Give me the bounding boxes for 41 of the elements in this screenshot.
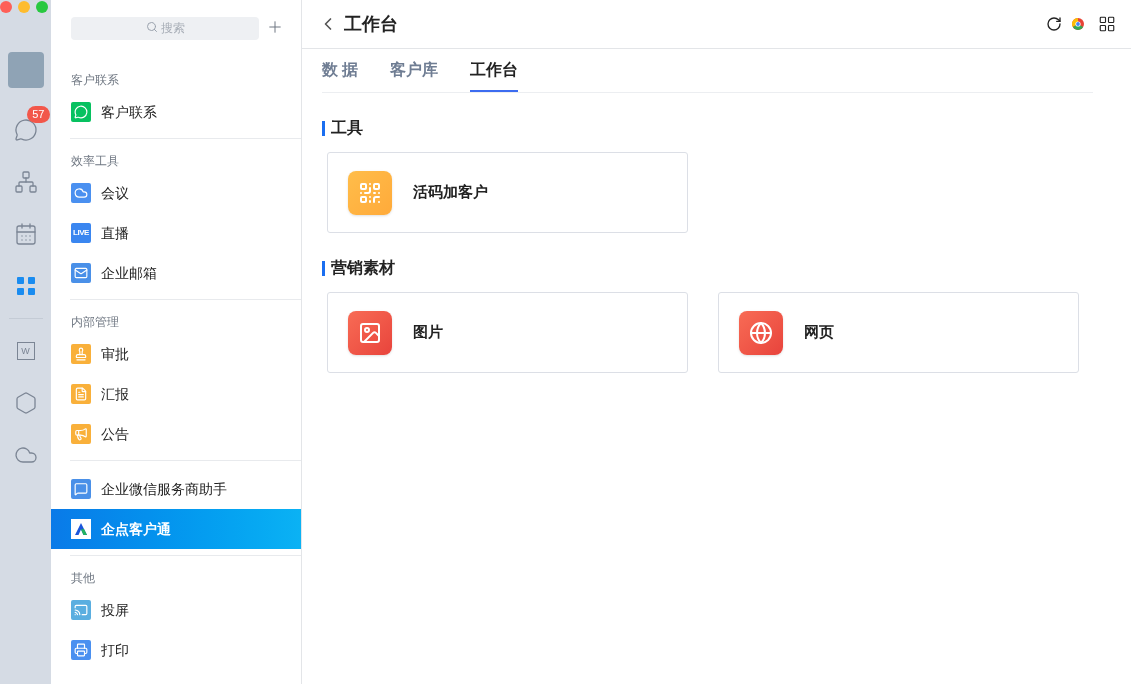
search-icon	[146, 21, 158, 33]
browser-icon	[1072, 18, 1084, 30]
tab[interactable]: 客户库	[390, 49, 439, 92]
search-field[interactable]: 搜索	[71, 16, 259, 40]
sidebar-item[interactable]: 打印	[51, 630, 301, 670]
live-icon: LIVE	[71, 223, 91, 243]
tool-card[interactable]: 活码加客户	[327, 152, 688, 233]
tool-card[interactable]: 图片	[327, 292, 688, 373]
calendar-icon	[13, 222, 38, 246]
close-window-button[interactable]	[0, 1, 12, 13]
section-title: 营销素材	[331, 258, 395, 278]
page-title: 工作台	[344, 12, 398, 36]
tab[interactable]: 工作台	[470, 49, 519, 92]
sidebar-item[interactable]: 企业邮箱	[51, 253, 301, 293]
qr-code-icon	[348, 170, 392, 215]
browser-icon	[739, 310, 783, 355]
minimize-window-button[interactable]	[18, 1, 30, 13]
browser-button[interactable]	[1072, 18, 1084, 30]
sidebar-item[interactable]: 客户联系	[51, 92, 301, 132]
tool-card[interactable]: 网页	[718, 292, 1079, 373]
section-title: 工具	[331, 118, 363, 138]
sidebar-item[interactable]: 公告	[51, 414, 301, 454]
chat-icon	[13, 118, 38, 142]
tab[interactable]: 数 据	[322, 49, 359, 92]
section-heading: 效率工具	[70, 153, 120, 170]
unread-badge: 57	[27, 106, 50, 123]
sidebar-item[interactable]: 会议	[51, 173, 301, 213]
org-chart-icon	[13, 170, 38, 194]
hexagon-icon	[13, 391, 38, 415]
refresh-button[interactable]	[1046, 16, 1062, 32]
avatar-photo-placeholder[interactable]	[7, 52, 44, 88]
sidebar-item[interactable]: LIVE 直播	[51, 213, 301, 253]
sidebar-item[interactable]: 汇报	[51, 374, 301, 414]
section-heading: 内部管理	[70, 314, 120, 331]
sidebar-item[interactable]: 投屏	[51, 590, 301, 630]
image-icon	[348, 310, 392, 355]
sidebar-item[interactable]: 企业微信服务商助手	[51, 469, 301, 509]
maximize-window-button[interactable]	[36, 1, 48, 13]
section-heading: 客户联系	[70, 72, 120, 89]
sidebar-item[interactable]: 审批	[51, 334, 301, 374]
section-heading: 其他	[70, 570, 96, 587]
